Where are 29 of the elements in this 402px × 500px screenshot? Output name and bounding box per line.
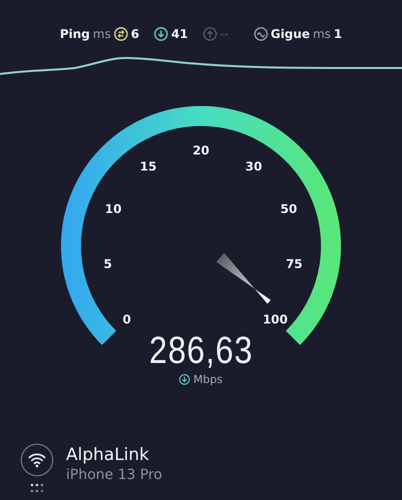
- network-name: AlphaLink: [66, 445, 150, 465]
- scale-label: 20: [192, 143, 210, 158]
- gauge-needle: [216, 252, 271, 304]
- jitter-icon: [254, 27, 268, 41]
- device-name: iPhone 13 Pro: [66, 467, 162, 483]
- jitter-label: Gigue: [270, 27, 310, 41]
- upload-ping-value: --: [220, 27, 229, 41]
- scale-label: 15: [140, 159, 157, 174]
- idle-ping-value: 6: [130, 27, 140, 41]
- download-icon: [154, 27, 168, 41]
- download-icon: [179, 374, 190, 385]
- speed-unit: Mbps: [193, 373, 223, 386]
- scale-label: 50: [280, 202, 298, 216]
- ping-unit: ms: [92, 27, 111, 41]
- idle-ping-icon: [114, 27, 128, 41]
- jitter-unit: ms: [312, 27, 331, 41]
- scale-label: 5: [104, 256, 112, 271]
- scale-label: 75: [286, 256, 303, 271]
- upload-icon: [202, 27, 217, 41]
- speed-value: 286,63: [149, 332, 253, 370]
- scale-label: 10: [104, 202, 122, 216]
- download-ping-value: 41: [171, 27, 188, 41]
- scale-label: 0: [122, 312, 131, 327]
- wifi-icon[interactable]: [20, 443, 54, 477]
- scale-label: 100: [262, 312, 288, 327]
- jitter-value: 1: [334, 27, 342, 41]
- scale-label: 30: [245, 159, 262, 174]
- ping-label: Ping: [60, 27, 90, 41]
- dots-icon[interactable]: [30, 483, 44, 493]
